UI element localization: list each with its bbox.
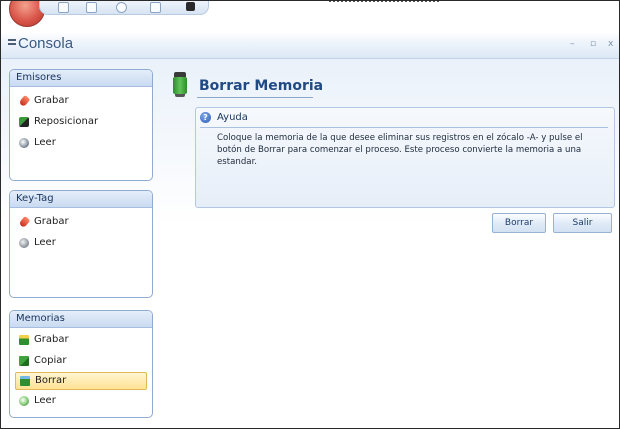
window-title: Consola: [18, 35, 74, 52]
read-icon: [19, 138, 29, 148]
sidebar-item-key-tag-grabar[interactable]: Grabar: [15, 213, 147, 231]
sidebar-item-label: Copiar: [34, 355, 67, 366]
group-header-key-tag[interactable]: Key-Tag: [10, 191, 152, 208]
sidebar-item-memorias-copiar[interactable]: Copiar: [15, 352, 147, 370]
minimize-button[interactable]: –: [570, 40, 575, 49]
sidebar-item-memorias-borrar[interactable]: Borrar: [15, 372, 147, 390]
group-header-emisores[interactable]: Emisores: [10, 70, 152, 87]
sidebar-item-key-tag-leer[interactable]: Leer: [15, 234, 147, 252]
print-icon[interactable]: [86, 2, 97, 13]
sidebar-item-label: Leer: [34, 137, 56, 148]
sidebar-item-emisores-leer[interactable]: Leer: [15, 134, 147, 152]
read-icon: [19, 396, 29, 406]
save-icon[interactable]: [58, 2, 69, 13]
console-icon: [8, 39, 16, 49]
help-icon: ?: [200, 112, 211, 123]
group-header-memorias[interactable]: Memorias: [10, 311, 152, 328]
memory-chip-icon: [173, 72, 187, 97]
window-titlebar: Consola – ▫ x: [1, 32, 619, 59]
sidebar-item-emisores-grabar[interactable]: Grabar: [15, 92, 147, 110]
customize-toolbar-icon[interactable]: [186, 2, 195, 11]
host-ribbon-strip: [1, 1, 619, 32]
help-title: Ayuda: [217, 112, 248, 123]
sidebar-item-emisores-reposicionar[interactable]: Reposicionar: [15, 113, 147, 131]
read-icon: [19, 238, 29, 248]
quick-access-toolbar: [39, 1, 209, 15]
erase-button[interactable]: Borrar: [492, 213, 546, 233]
sidebar-item-label: Grabar: [34, 216, 69, 227]
help-text: Coloque la memoria de la que desee elimi…: [217, 133, 583, 167]
sidebar-item-label: Leer: [34, 395, 56, 406]
sidebar-item-label: Grabar: [34, 95, 69, 106]
redo-icon[interactable]: [150, 2, 161, 13]
erase-icon: [20, 376, 30, 386]
app-frame: Consola – ▫ x Emisores Grabar Reposicion…: [0, 0, 620, 429]
record-icon: [19, 335, 29, 345]
group-key-tag: Key-Tag Grabar Leer: [9, 190, 153, 298]
record-icon: [18, 215, 31, 229]
group-memorias: Memorias Grabar Copiar Borrar Leer: [9, 310, 153, 418]
copy-icon: [19, 356, 29, 366]
undo-icon[interactable]: [116, 2, 127, 13]
group-emisores: Emisores Grabar Reposicionar Leer: [9, 69, 153, 181]
host-title-fragment: [329, 1, 439, 6]
sidebar-item-label: Reposicionar: [34, 116, 99, 127]
sidebar-item-label: Borrar: [35, 375, 67, 386]
record-icon: [18, 94, 31, 108]
maximize-button[interactable]: ▫: [590, 40, 596, 49]
close-button[interactable]: x: [608, 40, 613, 49]
exit-button[interactable]: Salir: [553, 213, 612, 233]
sidebar-item-memorias-leer[interactable]: Leer: [15, 392, 147, 410]
main-area: Emisores Grabar Reposicionar Leer Key-Ta…: [1, 59, 619, 428]
help-divider: [200, 127, 608, 128]
help-panel: ? Ayuda Coloque la memoria de la que des…: [195, 107, 615, 208]
reposition-icon: [19, 117, 29, 127]
page-title: Borrar Memoria: [199, 78, 324, 94]
sidebar-item-memorias-grabar[interactable]: Grabar: [15, 331, 147, 349]
title-underline: [197, 97, 313, 98]
sidebar-item-label: Leer: [34, 237, 56, 248]
sidebar-item-label: Grabar: [34, 334, 69, 345]
